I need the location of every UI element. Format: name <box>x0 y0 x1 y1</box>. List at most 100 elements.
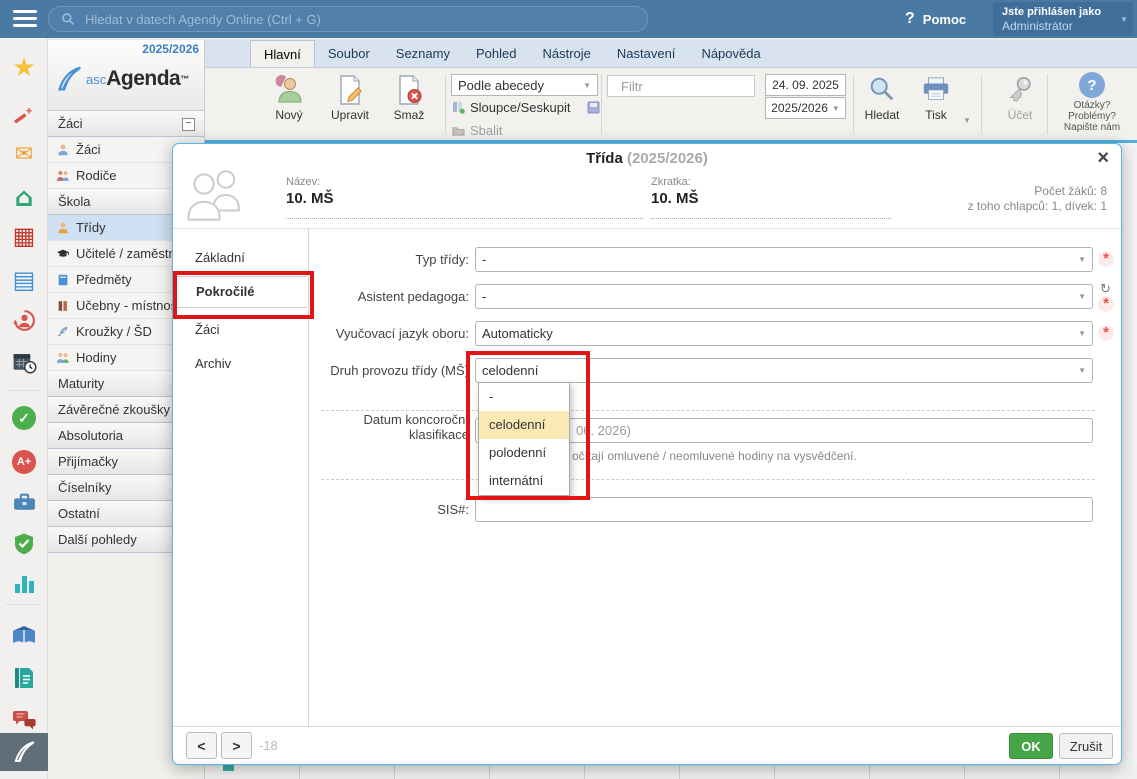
current-date-field[interactable]: 24. 09. 2025 <box>765 74 846 96</box>
class-group-icon <box>183 166 247 227</box>
question-icon: ? <box>905 10 915 28</box>
columns-icon <box>452 101 465 114</box>
pen-icon <box>11 739 37 765</box>
next-record-button[interactable]: > <box>221 732 252 759</box>
delete-button[interactable]: Smaž <box>383 72 435 134</box>
briefcase-icon[interactable] <box>0 486 48 518</box>
option-empty[interactable]: - <box>479 383 569 411</box>
account-button[interactable]: Účet <box>995 72 1045 134</box>
timetable-grid-icon[interactable]: ▦ <box>0 220 48 252</box>
language-select[interactable]: Automaticky ▼ <box>475 321 1093 346</box>
classbook-icon[interactable]: ▤ <box>0 264 48 296</box>
global-search[interactable] <box>48 6 648 32</box>
print-options-chevron-icon[interactable]: ▼ <box>963 116 971 125</box>
required-asterisk-icon: * <box>1098 251 1114 267</box>
documents-icon[interactable] <box>0 662 48 694</box>
tab-napoveda[interactable]: Nápověda <box>688 40 773 67</box>
option-polodenni[interactable]: polodenní <box>479 439 569 467</box>
collapse-minus-icon[interactable]: − <box>182 118 195 131</box>
mail-icon[interactable]: ✉ <box>0 138 48 170</box>
strip-divider <box>6 604 42 605</box>
class-abbr-field[interactable]: Zkratka: 10. MŠ <box>651 176 699 207</box>
toolbar-separator <box>853 74 854 134</box>
asc-agenda-logo: ascAgenda™ <box>54 64 189 94</box>
chevron-down-icon: ▼ <box>1078 255 1086 264</box>
option-celodenni[interactable]: celodenní <box>479 411 569 439</box>
operation-select[interactable]: celodenní ▼ <box>475 358 1093 383</box>
collapse-button[interactable]: Sbalit <box>452 123 503 138</box>
tab-nastaveni[interactable]: Nastavení <box>604 40 689 67</box>
logged-in-user-menu[interactable]: Jste přihlášen jako Administrátor ▼ <box>993 2 1133 36</box>
edit-button[interactable]: Upravit <box>321 72 379 134</box>
print-button[interactable]: Tisk <box>911 72 961 134</box>
agenda-pen-tile[interactable] <box>0 733 48 771</box>
calendar-clock-icon[interactable] <box>0 346 48 378</box>
tab-nastroje[interactable]: Nástroje <box>529 40 603 67</box>
new-button[interactable]: Nový <box>260 72 318 134</box>
attendance-check-icon[interactable]: ✓ <box>0 402 48 434</box>
substitution-person-icon[interactable] <box>0 304 48 336</box>
cancel-button[interactable]: Zrušit <box>1059 733 1113 759</box>
class-name-field[interactable]: Název: 10. MŠ <box>286 176 334 207</box>
tab-hlavni[interactable]: Hlavní <box>250 40 315 67</box>
tab-pohled[interactable]: Pohled <box>463 40 529 67</box>
sis-label: SIS#: <box>303 497 469 522</box>
app-icon-strip: ★ ✉ ⌂ ▦ ▤ <box>0 38 48 779</box>
tab-soubor[interactable]: Soubor <box>315 40 383 67</box>
group-icon <box>56 351 70 365</box>
dashed-divider <box>321 479 1095 480</box>
sis-input[interactable] <box>475 497 1093 522</box>
home-icon[interactable]: ⌂ <box>0 182 48 214</box>
filter-input-box[interactable] <box>607 75 755 97</box>
option-internatni[interactable]: internátní <box>479 467 569 495</box>
header-divider <box>173 228 1121 229</box>
favorites-star-icon[interactable]: ★ <box>0 52 48 84</box>
date-value-fragment: 06. 2026) <box>576 423 631 438</box>
close-icon[interactable]: × <box>1097 147 1109 170</box>
name-underline <box>286 218 643 219</box>
parents-icon <box>56 169 70 183</box>
help-label: Pomoc <box>923 12 966 27</box>
shield-check-icon[interactable] <box>0 528 48 560</box>
tab-seznamy[interactable]: Seznamy <box>383 40 463 67</box>
dialog-tab-zaci[interactable]: Žáci <box>173 316 307 343</box>
messages-icon[interactable] <box>0 704 48 736</box>
hamburger-menu-icon[interactable] <box>13 10 37 28</box>
sort-order-select[interactable]: Podle abecedy ▼ <box>451 74 598 96</box>
dialog-tab-zakladni[interactable]: Základní <box>173 244 307 271</box>
date-label: Datum koncoroční klasifikace <box>303 412 469 442</box>
class-edit-dialog: Třída (2025/2026) × Název: 10. MŠ Zkratk… <box>172 143 1122 765</box>
dialog-tab-pokrocile[interactable]: Pokročilé <box>173 276 307 308</box>
question-circle-icon: ? <box>1079 72 1105 98</box>
statistics-chart-icon[interactable] <box>0 568 48 600</box>
pen-logo-icon <box>54 64 84 94</box>
class-icon <box>56 221 70 235</box>
grades-icon[interactable]: A+ <box>0 446 48 478</box>
magic-wand-icon[interactable] <box>0 100 48 132</box>
school-year-select[interactable]: 2025/2026 ▼ <box>765 97 846 119</box>
app-window: ? Pomoc Jste přihlášen jako Administráto… <box>0 0 1137 779</box>
wand-icon <box>12 104 36 128</box>
ok-button[interactable]: OK <box>1009 733 1053 759</box>
library-icon[interactable] <box>0 620 48 652</box>
toolbar-separator <box>445 74 446 134</box>
type-select[interactable]: - ▼ <box>475 247 1093 272</box>
search-button[interactable]: Hledat <box>857 72 907 134</box>
prev-record-button[interactable]: < <box>186 732 217 759</box>
top-bar: ? Pomoc Jste přihlášen jako Administráto… <box>0 0 1137 38</box>
save-floppy-icon[interactable] <box>587 101 600 114</box>
user-name: Administrátor <box>1002 19 1117 33</box>
sidebar-header-zaci[interactable]: Žáci − <box>48 111 204 137</box>
dialog-tab-archiv[interactable]: Archiv <box>173 350 307 377</box>
columns-group-button[interactable]: Sloupce/Seskupit <box>452 100 600 115</box>
shield-icon <box>12 532 36 556</box>
new-person-icon <box>273 74 305 106</box>
assistant-select[interactable]: - ▼ <box>475 284 1093 309</box>
global-search-input[interactable] <box>83 11 635 28</box>
help-button[interactable]: ? Pomoc <box>905 0 966 38</box>
chevron-down-icon: ▼ <box>832 104 840 113</box>
language-label: Vyučovací jazyk oboru: <box>303 321 469 346</box>
rooms-icon <box>56 299 70 313</box>
open-book-icon <box>11 624 37 648</box>
questions-problems-button[interactable]: ? Otázky? Problémy? Napište nám <box>1053 72 1131 133</box>
